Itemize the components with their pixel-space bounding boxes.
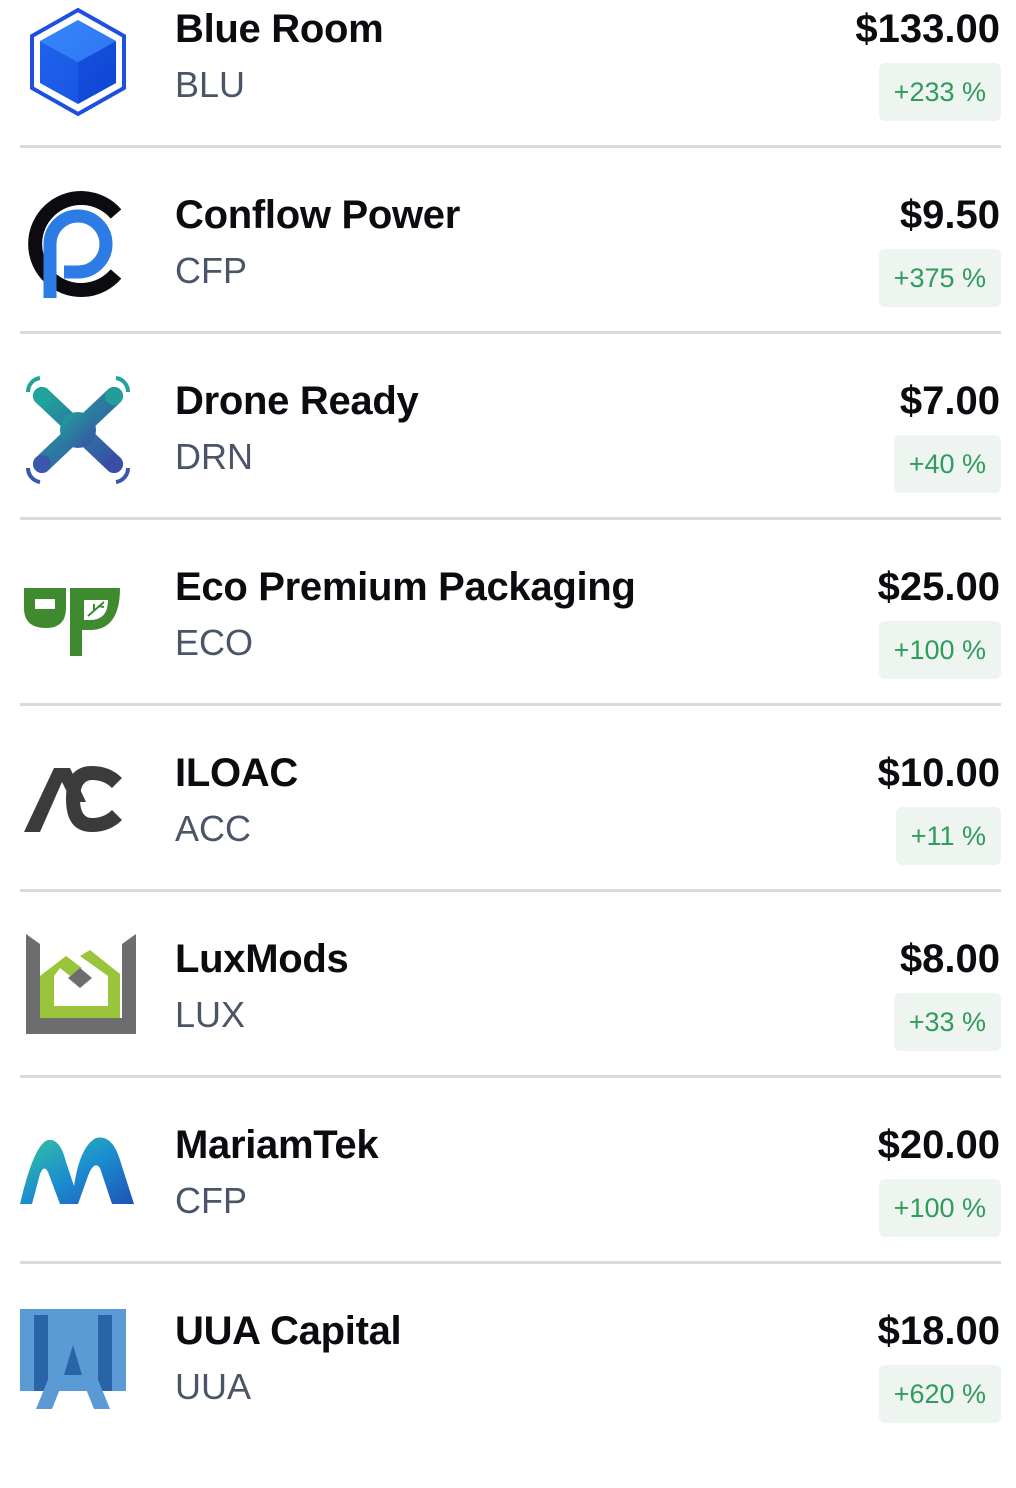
row-divider [20,331,1001,334]
uua-capital-logo-icon [20,1305,136,1421]
blue-cube-icon [20,4,136,120]
asset-ticker: ECO [175,622,254,663]
change-badge: +11 % [895,807,1001,865]
asset-name: Drone Ready [175,379,419,423]
change-badge: +33 % [893,993,1001,1051]
row-divider [20,145,1001,148]
change-badge: +620 % [878,1365,1001,1423]
asset-ticker: CFP [175,1180,247,1221]
asset-name: ILOAC [175,751,298,795]
asset-price: $8.00 [899,937,1000,981]
asset-ticker: CFP [175,250,247,291]
change-badge: +100 % [878,621,1001,679]
drone-logo-icon [20,372,136,488]
conflow-power-logo-icon [20,186,136,302]
asset-name: Blue Room [175,7,384,51]
asset-ticker: UUA [175,1366,252,1407]
row-divider [20,703,1001,706]
row-divider [20,517,1001,520]
row-divider [20,1261,1001,1264]
asset-ticker: DRN [175,436,253,477]
luxmods-house-logo-icon [20,930,136,1046]
asset-name: UUA Capital [175,1309,402,1353]
asset-name: LuxMods [175,937,349,981]
row-divider [20,889,1001,892]
asset-row-luxmods[interactable]: LuxMods LUX $8.00 +33 % [20,930,1001,1116]
asset-row-iloac[interactable]: ILOAC ACC $10.00 +11 % [20,744,1001,930]
change-badge: +233 % [878,63,1001,121]
change-badge: +375 % [878,249,1001,307]
asset-row-conflow-power[interactable]: Conflow Power CFP $9.50 +375 % [20,186,1001,372]
asset-price: $18.00 [877,1309,1000,1353]
asset-price: $25.00 [877,565,1000,609]
row-divider [20,1075,1001,1078]
asset-name: Conflow Power [175,193,460,237]
asset-row-mariamtek[interactable]: MariamTek CFP $20.00 +100 % [20,1116,1001,1302]
asset-row-drone-ready[interactable]: Drone Ready DRN $7.00 +40 % [20,372,1001,558]
mariamtek-m-logo-icon [20,1116,136,1232]
asset-price: $10.00 [877,751,1000,795]
asset-row-eco-premium-packaging[interactable]: Eco Premium Packaging ECO $25.00 +100 % [20,558,1001,744]
asset-ticker: LUX [175,994,246,1035]
asset-row-blue-room[interactable]: Blue Room BLU $133.00 +233 % [20,0,1001,186]
asset-name: Eco Premium Packaging [175,565,636,609]
asset-row-uua-capital[interactable]: UUA Capital UUA $18.00 +620 % [20,1302,1001,1488]
change-badge: +100 % [878,1179,1001,1237]
ac-monogram-logo-icon [20,744,136,860]
change-badge: +40 % [893,435,1001,493]
asset-price: $133.00 [855,7,1000,51]
asset-price: $7.00 [899,379,1000,423]
asset-ticker: ACC [175,808,252,849]
asset-price: $20.00 [877,1123,1000,1167]
asset-price: $9.50 [899,193,1000,237]
asset-ticker: BLU [175,64,246,105]
asset-name: MariamTek [175,1123,379,1167]
eco-leaf-logo-icon [20,558,136,674]
